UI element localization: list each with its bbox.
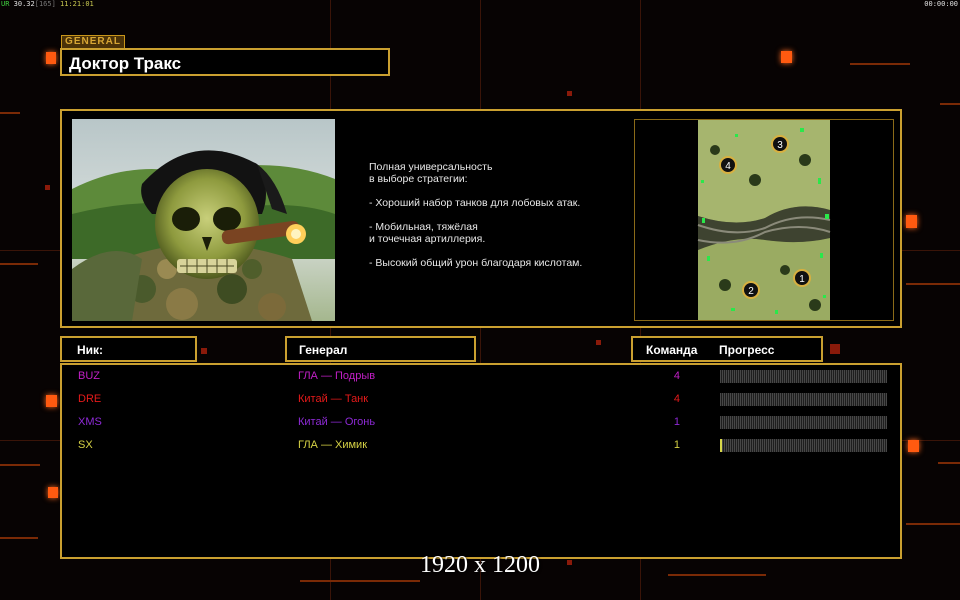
player-progress-bar <box>720 370 887 383</box>
start-position-marker[interactable]: 4 <box>719 156 737 174</box>
description-line: - Высокий общий урон благодаря кислотам. <box>369 257 583 269</box>
player-row: DRE Китай — Танк 4 <box>62 390 900 410</box>
status-clock: 11:21:01 <box>60 0 94 8</box>
player-team: 1 <box>673 439 680 451</box>
start-position-label: 1 <box>799 274 805 285</box>
start-position-label: 3 <box>777 140 783 151</box>
player-nick: DRE <box>78 393 102 405</box>
header-nick: Ник: <box>60 336 197 362</box>
header-nick-label: Ник: <box>77 343 104 357</box>
description-line: в выборе стратегии: <box>369 173 468 185</box>
general-name-box: Доктор Тракс <box>60 48 390 76</box>
header-team-progress: Команда Прогресс <box>631 336 823 362</box>
start-position-marker[interactable]: 1 <box>793 269 811 287</box>
status-timer: 00:00:00 <box>924 0 958 8</box>
player-row: BUZ ГЛА — Подрыв 4 <box>62 367 900 387</box>
general-portrait <box>72 119 335 321</box>
general-tag: GENERAL <box>61 35 125 49</box>
description-line <box>369 185 582 197</box>
player-general: Китай — Огонь <box>298 416 376 428</box>
player-nick: SX <box>78 439 93 451</box>
start-position-marker[interactable]: 2 <box>742 281 760 299</box>
status-fps: 30.32 <box>13 0 35 8</box>
player-progress-fill <box>720 439 722 452</box>
general-info-panel: Полная универсальность в выборе стратеги… <box>60 109 902 328</box>
general-name: Доктор Тракс <box>69 54 182 73</box>
player-general: Китай — Танк <box>298 393 369 405</box>
status-ur: UR <box>1 0 10 8</box>
player-general: ГЛА — Химик <box>298 439 368 451</box>
description-line <box>369 245 582 257</box>
player-team: 1 <box>673 416 680 428</box>
player-progress-bar <box>720 416 887 429</box>
player-team: 4 <box>673 370 680 382</box>
map-preview[interactable]: 1 2 3 4 <box>634 119 894 321</box>
description-line: и точечная артиллерия. <box>369 233 486 245</box>
player-row: XMS Китай — Огонь 1 <box>62 413 900 433</box>
player-general: ГЛА — Подрыв <box>298 370 376 382</box>
start-position-label: 2 <box>748 286 754 297</box>
player-row: SX ГЛА — Химик 1 <box>62 436 900 456</box>
player-progress-bar <box>720 439 887 452</box>
player-nick: BUZ <box>78 370 100 382</box>
player-nick: XMS <box>78 416 102 428</box>
header-progress-label: Прогресс <box>719 343 775 357</box>
description-line: Полная универсальность <box>369 161 493 173</box>
status-bar-left: UR 30.32[165] 11:21:01 <box>1 0 94 8</box>
header-team-label: Команда <box>646 343 698 357</box>
start-position-label: 4 <box>725 161 731 172</box>
description-line <box>369 209 582 221</box>
status-frames: [165] <box>34 0 56 8</box>
header-general-label: Генерал <box>299 343 348 357</box>
player-team: 4 <box>673 393 680 405</box>
description-line: - Хороший набор танков для лобовых атак. <box>369 197 581 209</box>
header-general: Генерал <box>285 336 476 362</box>
player-progress-bar <box>720 393 887 406</box>
start-position-marker[interactable]: 3 <box>771 135 789 153</box>
general-description: Полная универсальность в выборе стратеги… <box>369 161 582 269</box>
players-table: BUZ ГЛА — Подрыв 4 DRE Китай — Танк 4 XM… <box>60 363 902 559</box>
resolution-label: 1920 x 1200 <box>420 552 540 578</box>
description-line: - Мобильная, тяжёлая <box>369 221 478 233</box>
